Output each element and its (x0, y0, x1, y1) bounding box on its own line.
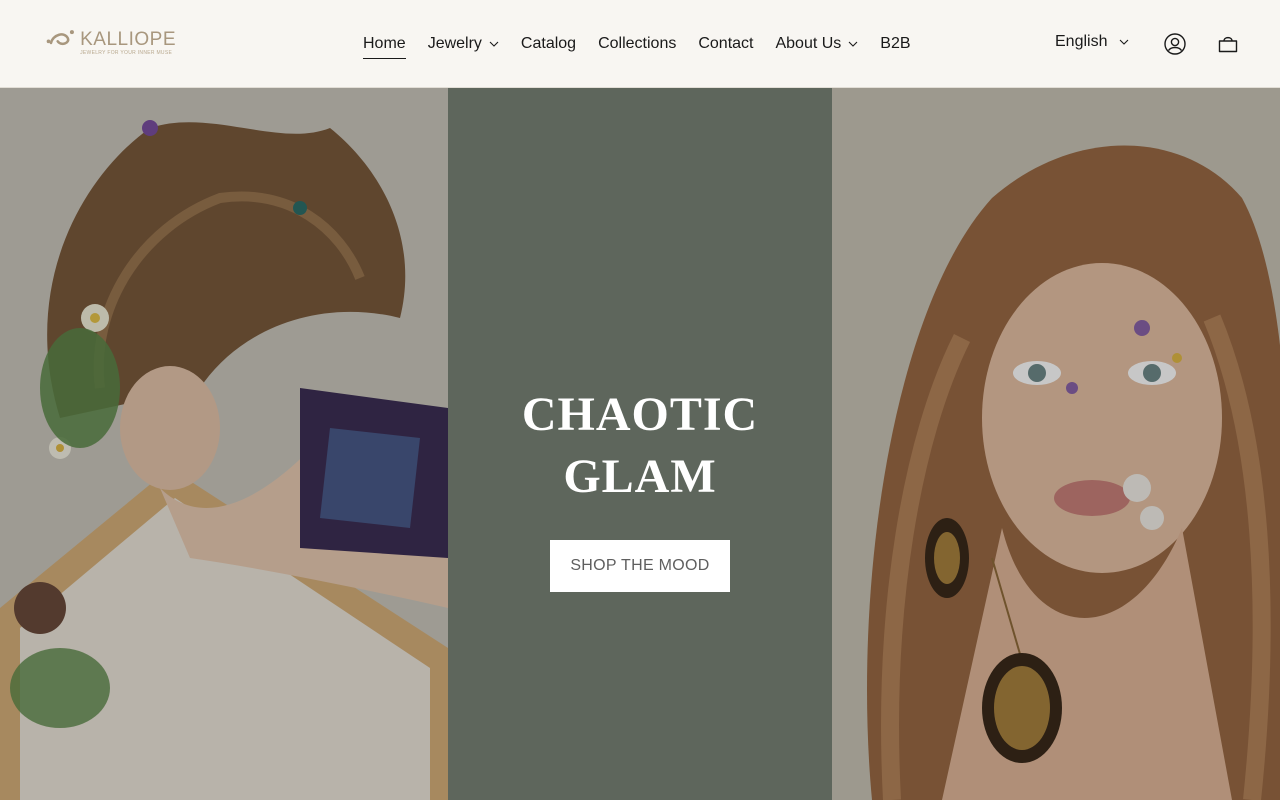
brand-logo[interactable]: KALLIOPE JEWELRY FOR YOUR INNER MUSE (46, 26, 176, 62)
model-photo-right (832, 88, 1280, 800)
nav-about-us[interactable]: About Us (775, 32, 858, 56)
main-nav: Home Jewelry Catalog Collections Contact… (363, 32, 933, 59)
hero-title: CHAOTIC GLAM (448, 384, 832, 508)
nav-jewelry-label: Jewelry (427, 35, 482, 52)
brand-name: KALLIOPE (80, 29, 176, 50)
nav-jewelry[interactable]: Jewelry (428, 32, 499, 56)
brand-tagline: JEWELRY FOR YOUR INNER MUSE (80, 50, 173, 56)
cart-icon[interactable] (1216, 32, 1240, 56)
nav-about-us-label: About Us (775, 35, 842, 52)
logo-icon (46, 30, 74, 46)
nav-collections[interactable]: Collections (598, 32, 676, 56)
hero-banner: CHAOTIC GLAM SHOP THE MOOD (0, 88, 1280, 800)
site-header: KALLIOPE JEWELRY FOR YOUR INNER MUSE Hom… (0, 0, 1280, 88)
account-icon[interactable] (1163, 32, 1187, 56)
hero-title-line-2: GLAM (563, 450, 717, 503)
nav-contact-label: Contact (698, 35, 754, 52)
nav-home-label: Home (363, 35, 406, 52)
chevron-down-icon (1120, 39, 1129, 45)
nav-catalog[interactable]: Catalog (521, 32, 576, 56)
nav-home[interactable]: Home (363, 32, 406, 59)
nav-b2b[interactable]: B2B (880, 32, 910, 56)
nav-contact[interactable]: Contact (698, 32, 753, 56)
nav-catalog-label: Catalog (520, 35, 577, 52)
shop-the-mood-button[interactable]: SHOP THE MOOD (550, 540, 730, 592)
model-photo-left (0, 88, 448, 800)
chevron-down-icon (489, 41, 499, 47)
language-selector[interactable]: English (1055, 33, 1129, 51)
nav-collections-label: Collections (598, 35, 677, 52)
nav-b2b-label: B2B (880, 35, 911, 52)
hero-image-left (0, 88, 448, 800)
hero-image-right (832, 88, 1280, 800)
language-label: English (1055, 33, 1108, 50)
hero-title-line-1: CHAOTIC (521, 388, 759, 441)
chevron-down-icon (848, 41, 858, 47)
